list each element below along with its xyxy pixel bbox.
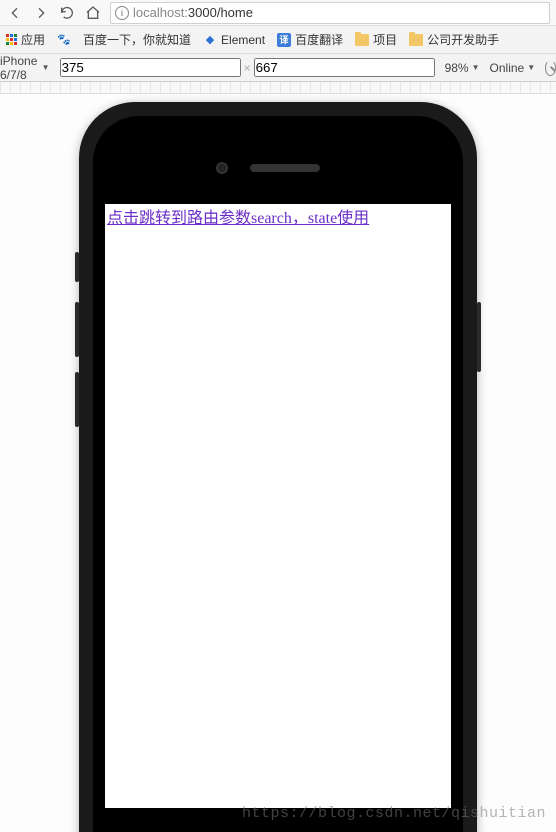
phone-volume-up — [75, 302, 79, 357]
bookmarks-bar: 应用 🐾 百度一下，你就知道 ◆ Element 译 百度翻译 项目 公司开发助… — [0, 26, 556, 54]
device-frame: 点击跳转到路由参数search，state使用 — [79, 102, 477, 832]
bookmark-project[interactable]: 项目 — [355, 31, 397, 48]
network-value: Online — [490, 61, 525, 75]
device-select[interactable]: iPhone 6/7/8 ▼ — [0, 54, 50, 82]
bookmark-label: 公司开发助手 — [427, 31, 499, 48]
dimension-separator: × — [244, 61, 251, 75]
route-params-link[interactable]: 点击跳转到路由参数search，state使用 — [105, 208, 369, 227]
home-button[interactable] — [84, 4, 102, 22]
translate-icon: 译 — [277, 33, 291, 47]
chevron-down-icon: ▼ — [42, 63, 50, 72]
device-screen[interactable]: 点击跳转到路由参数search，state使用 — [105, 204, 451, 808]
zoom-value: 98% — [445, 61, 469, 75]
folder-icon — [409, 34, 423, 46]
bookmark-label: 项目 — [373, 31, 397, 48]
bookmark-company-helper[interactable]: 公司开发助手 — [409, 31, 499, 48]
bookmark-baidu[interactable]: 百度一下，你就知道 — [83, 31, 191, 48]
bookmark-label: Element — [221, 33, 265, 47]
phone-speaker — [250, 164, 320, 172]
phone-mute-switch — [75, 252, 79, 282]
phone-power-button — [477, 302, 481, 372]
forward-button[interactable] — [32, 4, 50, 22]
apps-icon — [6, 34, 17, 45]
device-size: × — [60, 58, 435, 77]
network-throttle-select[interactable]: Online ▼ — [490, 61, 536, 75]
ruler — [0, 82, 556, 94]
chevron-down-icon: ▼ — [527, 63, 535, 72]
bookmark-label: 百度翻译 — [295, 31, 343, 48]
chevron-down-icon: ▼ — [472, 63, 480, 72]
device-width-input[interactable] — [60, 58, 241, 77]
bookmark-translate[interactable]: 译 百度翻译 — [277, 31, 343, 48]
site-info-icon[interactable]: i — [115, 6, 129, 20]
bookmark-label: 百度一下，你就知道 — [83, 31, 191, 48]
address-bar[interactable]: i localhost:3000/home — [110, 2, 550, 24]
zoom-select[interactable]: 98% ▼ — [445, 61, 480, 75]
devtools-device-bar: iPhone 6/7/8 ▼ × 98% ▼ Online ▼ — [0, 54, 556, 82]
paw-icon: 🐾 — [57, 33, 71, 47]
reload-button[interactable] — [58, 4, 76, 22]
device-name: iPhone 6/7/8 — [0, 54, 39, 82]
apps-label: 应用 — [21, 31, 45, 48]
device-canvas: 点击跳转到路由参数search，state使用 https://blog.csd… — [0, 94, 556, 832]
phone-volume-down — [75, 372, 79, 427]
apps-shortcut[interactable]: 应用 — [6, 31, 45, 48]
cube-icon: ◆ — [203, 33, 217, 47]
folder-icon — [355, 34, 369, 46]
phone-camera — [216, 162, 228, 174]
bookmark-element[interactable]: ◆ Element — [203, 33, 265, 47]
back-button[interactable] — [6, 4, 24, 22]
bookmark-baidu-paw[interactable]: 🐾 — [57, 33, 71, 47]
url-host: localhost:3000/home — [133, 5, 253, 20]
device-height-input[interactable] — [254, 58, 435, 77]
rotate-device-button[interactable] — [545, 60, 556, 76]
